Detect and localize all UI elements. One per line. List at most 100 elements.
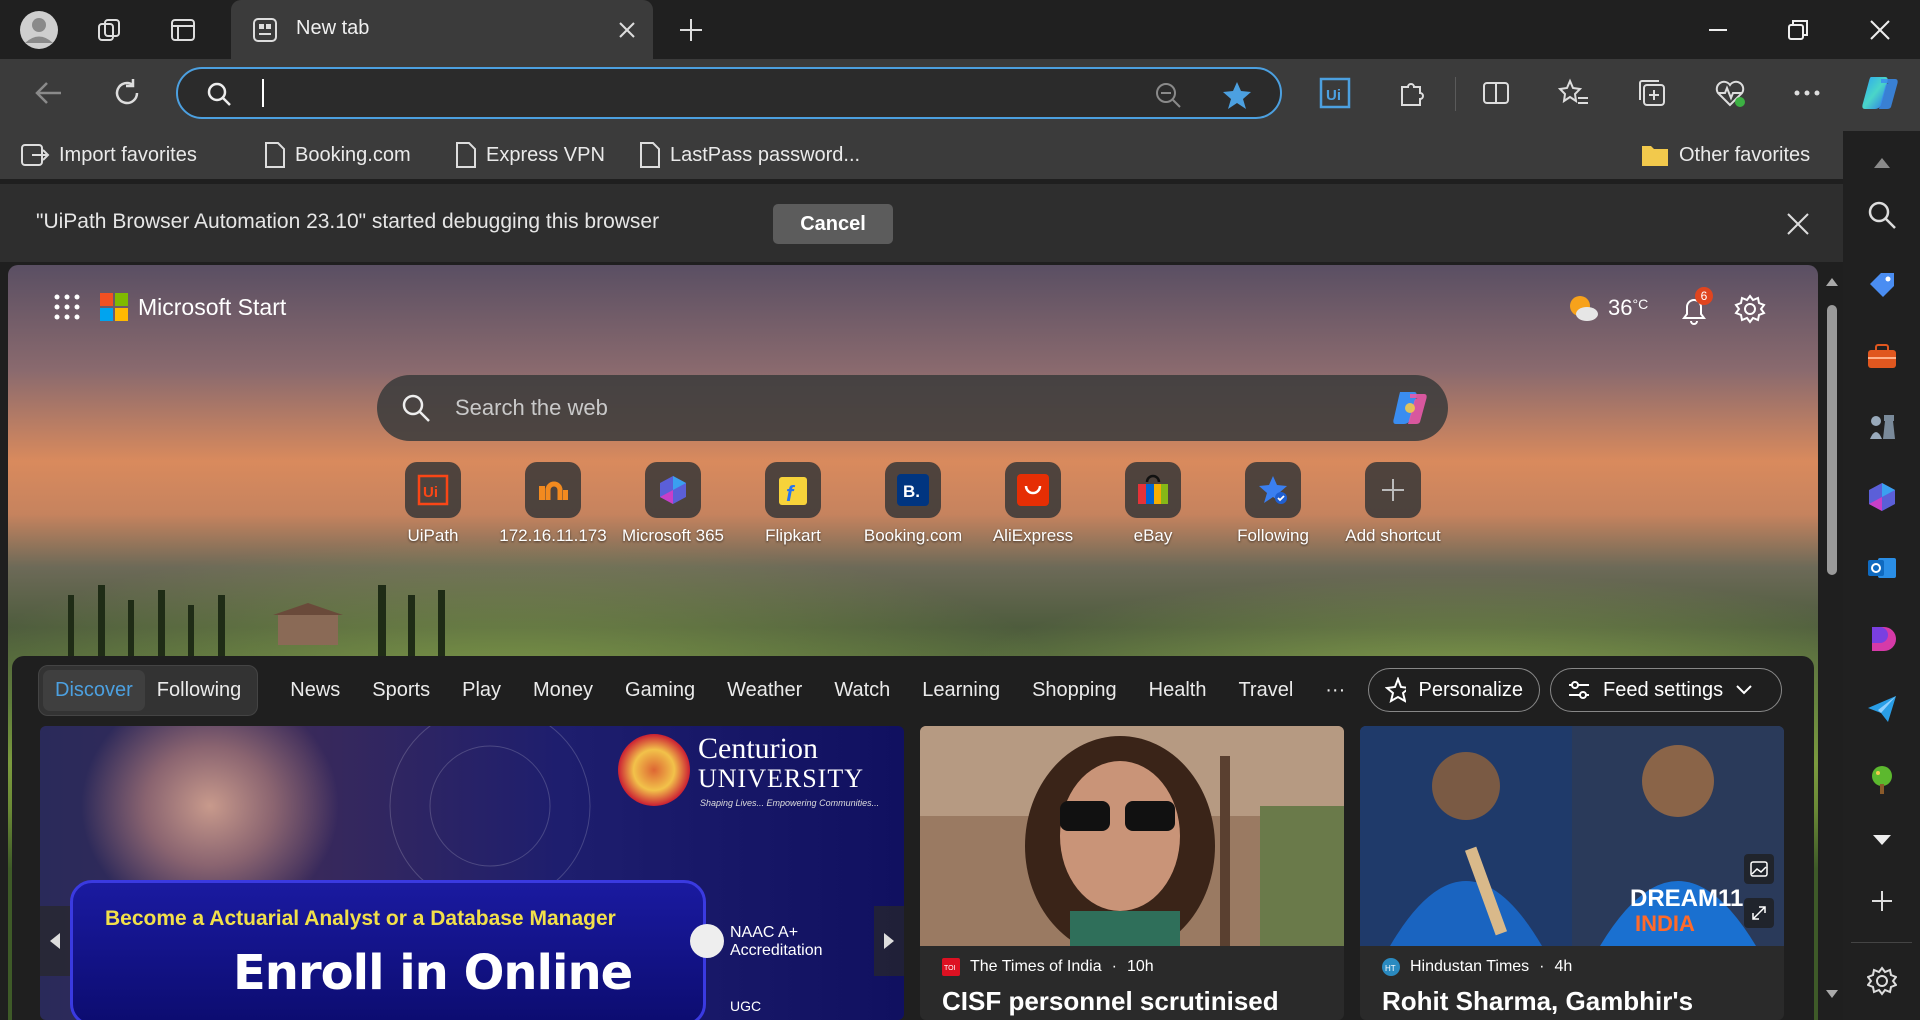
temperature: 36 [1608,295,1633,320]
close-infobar-button[interactable] [1780,206,1816,242]
shortcut-booking[interactable]: B. Booking.com [858,462,968,546]
favorite-item[interactable]: Booking.com [264,140,411,170]
more-tabs-button[interactable]: ··· [1325,679,1345,702]
copilot-icon[interactable] [1390,388,1434,428]
tab-weather[interactable]: Weather [727,679,802,702]
tab-money[interactable]: Money [533,679,593,702]
collections-button[interactable] [1629,70,1675,116]
browser-essentials-button[interactable] [1707,70,1753,116]
carousel-prev-button[interactable] [40,906,70,976]
close-window-button[interactable] [1840,0,1920,59]
puzzle-icon [1401,83,1424,106]
sidebar-m365-button[interactable] [1862,477,1902,517]
tab-sports[interactable]: Sports [372,679,430,702]
tab-travel[interactable]: Travel [1238,679,1293,702]
favorite-item[interactable]: LastPass password... [639,140,860,170]
notifications-button[interactable]: 6 [1677,287,1713,327]
profile-button[interactable] [16,7,62,53]
tab-news[interactable]: News [290,679,340,702]
image-gallery-button[interactable] [1744,854,1774,884]
source-name: The Times of India [970,958,1102,975]
sidebar-send-button[interactable] [1862,689,1902,729]
edge-sidebar [1843,131,1920,1020]
zoom-out-icon[interactable] [1154,81,1182,109]
shortcut-ebay[interactable]: eBay [1098,462,1208,546]
sidebar-tools-button[interactable] [1862,336,1902,376]
tab-health[interactable]: Health [1149,679,1207,702]
sidebar-add-button[interactable] [1862,881,1902,921]
tab-watch[interactable]: Watch [834,679,890,702]
web-search-box[interactable]: Search the web [377,375,1448,441]
sidebar-search-button[interactable] [1862,195,1902,235]
tab-learning[interactable]: Learning [922,679,1000,702]
carousel-next-button[interactable] [874,906,904,976]
outlook-icon [1868,558,1896,578]
other-favorites-button[interactable]: Other favorites [1640,140,1810,170]
import-favorites-button[interactable]: Import favorites [20,140,197,170]
refresh-button[interactable] [104,70,150,116]
new-tab-button[interactable] [668,7,714,53]
text-cursor [262,79,264,107]
sidebar-outlook-button[interactable] [1862,548,1902,588]
feed-settings-button[interactable]: Feed settings [1550,668,1782,712]
sidebar-designer-button[interactable] [1862,619,1902,659]
close-icon [619,22,635,38]
tab-new-tab[interactable]: New tab [231,0,653,59]
tab-following[interactable]: Following [145,670,253,711]
sidebar-scroll-up[interactable] [1862,143,1902,183]
copilot-button[interactable] [1858,70,1904,116]
shortcut-microsoft-365[interactable]: Microsoft 365 [618,462,728,546]
address-bar[interactable] [176,67,1282,119]
shortcut-flipkart[interactable]: f Flipkart [738,462,848,546]
sidebar-games-button[interactable] [1862,407,1902,447]
page-scrollbar[interactable] [1822,265,1842,1020]
workspaces-button[interactable] [86,7,132,53]
favorites-list-icon [1558,78,1588,104]
favorite-star-icon[interactable] [1222,80,1252,110]
page-settings-button[interactable] [1734,293,1768,327]
shortcut-aliexpress[interactable]: AliExpress [978,462,1088,546]
sidebar-more-apps-button[interactable] [1862,820,1902,860]
sidebar-shopping-button[interactable] [1862,265,1902,305]
app-launcher-icon[interactable] [52,292,82,322]
news-image [920,726,1344,946]
gear-icon [1867,966,1897,996]
extensions-button[interactable] [1389,70,1435,116]
tab-gaming[interactable]: Gaming [625,679,695,702]
shortcut-ip[interactable]: 172.16.11.173 [498,462,608,546]
restore-button[interactable] [1758,0,1838,59]
add-shortcut-button[interactable]: Add shortcut [1338,462,1448,546]
hero-carousel[interactable]: Centurion UNIVERSITY Shaping Lives... Em… [40,726,904,1020]
favorite-item[interactable]: Express VPN [455,140,605,170]
tab-actions-button[interactable] [160,7,206,53]
tab-discover[interactable]: Discover [43,669,145,711]
cancel-debugging-button[interactable]: Cancel [773,204,893,244]
news-card[interactable]: DREAM11 INDIA HT Hindustan Times · 4h Rohi… [1360,726,1784,1020]
sidebar-settings-button[interactable] [1862,961,1902,1001]
shortcut-following[interactable]: Following [1218,462,1328,546]
favorites-button[interactable] [1551,70,1597,116]
news-card[interactable]: TOI The Times of India · 10h CISF personne… [920,726,1344,1020]
back-button[interactable] [26,70,72,116]
tab-shopping[interactable]: Shopping [1032,679,1117,702]
shortcut-uipath[interactable]: Ui UiPath [378,462,488,546]
naac-line2: Accreditation [730,942,823,959]
uipath-extension-button[interactable]: Ui [1312,70,1358,116]
expand-button[interactable] [1744,898,1774,928]
personalize-button[interactable]: Personalize [1368,668,1540,712]
settings-more-button[interactable] [1784,70,1830,116]
import-icon [21,144,50,166]
tab-play[interactable]: Play [462,679,501,702]
close-tab-button[interactable] [613,16,641,44]
shortcut-label: eBay [1133,526,1173,545]
split-screen-button[interactable] [1473,70,1519,116]
aliexpress-icon [1017,474,1049,506]
plus-icon [680,19,702,41]
minimize-button[interactable] [1678,0,1758,59]
ms-start-title[interactable]: Microsoft Start [138,294,286,321]
shortcut-label: Following [1237,526,1309,545]
designer-icon [1872,627,1896,651]
scrollbar-thumb[interactable] [1827,305,1837,575]
weather-widget[interactable]: 36 °C [1566,293,1648,323]
sidebar-tree-button[interactable] [1862,760,1902,800]
